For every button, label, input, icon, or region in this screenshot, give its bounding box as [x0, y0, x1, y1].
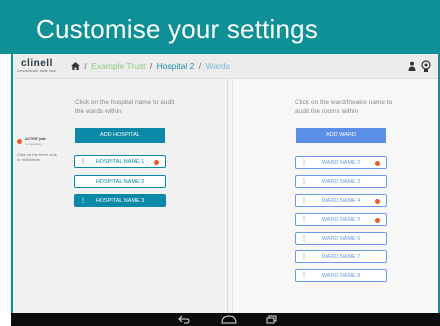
logo-wordmark: clinell [21, 58, 53, 69]
legend-sublabel: to complete) [25, 142, 42, 146]
ward-name: WARD NAME 3 [321, 179, 361, 185]
top-bar: clinell communicate. audit. train / Exam… [13, 54, 438, 79]
logo-tagline: communicate. audit. train [17, 69, 57, 73]
ward-item[interactable]: ⋮ WARD NAME 5 [295, 213, 387, 226]
header-banner: Customise your settings [0, 0, 440, 54]
breadcrumb-hospital[interactable]: Hospital 2 [157, 61, 195, 71]
active-dot-icon [375, 199, 380, 204]
system-nav-bar [11, 313, 440, 326]
clinell-logo[interactable]: clinell communicate. audit. train [17, 58, 67, 76]
breadcrumb-trust[interactable]: Example Trust [91, 61, 145, 71]
add-ward-button[interactable]: ADD WARD [296, 128, 386, 143]
ward-instruction: Click on the ward/theatre name to audit … [295, 99, 393, 115]
breadcrumb-wards[interactable]: Wards [206, 61, 230, 71]
breadcrumb-separator: / [198, 61, 202, 71]
hospital-item-selected[interactable]: ⋮ HOSPITAL NAME 3 [74, 194, 166, 207]
ward-name: WARD NAME 8 [321, 273, 361, 279]
active-dot-icon [375, 161, 380, 166]
breadcrumb-separator: / [149, 61, 153, 71]
page-title: Customise your settings [36, 14, 319, 44]
hospital-item[interactable]: HOSPITAL NAME 2 [74, 175, 166, 188]
legend: ACTIVE (site to complete) [17, 137, 65, 147]
ward-name: WARD NAME 7 [321, 254, 361, 260]
ward-item[interactable]: ⋮ WARD NAME 2 [295, 156, 387, 169]
hospital-item[interactable]: ⋮ HOSPITAL NAME 1 [74, 155, 166, 168]
active-dot-icon [154, 160, 159, 165]
home-button-icon[interactable] [221, 315, 237, 324]
home-icon[interactable] [71, 62, 80, 70]
ward-item[interactable]: ⋮ WARD NAME 3 [295, 175, 387, 188]
back-icon[interactable] [178, 315, 190, 324]
breadcrumb: / Example Trust / Hospital 2 / Wards [71, 61, 230, 71]
active-dot-icon [17, 139, 22, 144]
ward-item[interactable]: ⋮ WARD NAME 4 [295, 194, 387, 207]
ward-item[interactable]: ⋮ WARD NAME 7 [295, 250, 387, 263]
ward-item[interactable]: ⋮ WARD NAME 6 [295, 232, 387, 245]
ward-name: WARD NAME 4 [321, 198, 361, 204]
toolbar-icons [408, 60, 432, 73]
hospital-name: HOSPITAL NAME 1 [95, 159, 145, 165]
settings-icon[interactable] [421, 60, 431, 72]
ward-name: WARD NAME 5 [321, 217, 361, 223]
tablet-frame: clinell communicate. audit. train / Exam… [11, 54, 440, 326]
hospital-name: HOSPITAL NAME 3 [95, 198, 145, 204]
legend-label: ACTIVE (site [25, 137, 47, 141]
add-hospital-button[interactable]: ADD HOSPITAL [75, 128, 165, 143]
breadcrumb-separator: / [84, 61, 87, 71]
hospital-instruction: Click on the hospital name to audit the … [75, 99, 175, 115]
edit-hint: Click on the three dots to edit/delete [17, 152, 57, 162]
hospital-name: HOSPITAL NAME 2 [95, 179, 145, 185]
ward-name: WARD NAME 2 [321, 160, 361, 166]
ward-item[interactable]: ⋮ WARD NAME 8 [295, 269, 387, 282]
recent-apps-icon[interactable] [266, 315, 277, 324]
user-icon[interactable] [408, 61, 416, 71]
active-dot-icon [375, 218, 380, 223]
ward-name: WARD NAME 6 [321, 236, 361, 242]
